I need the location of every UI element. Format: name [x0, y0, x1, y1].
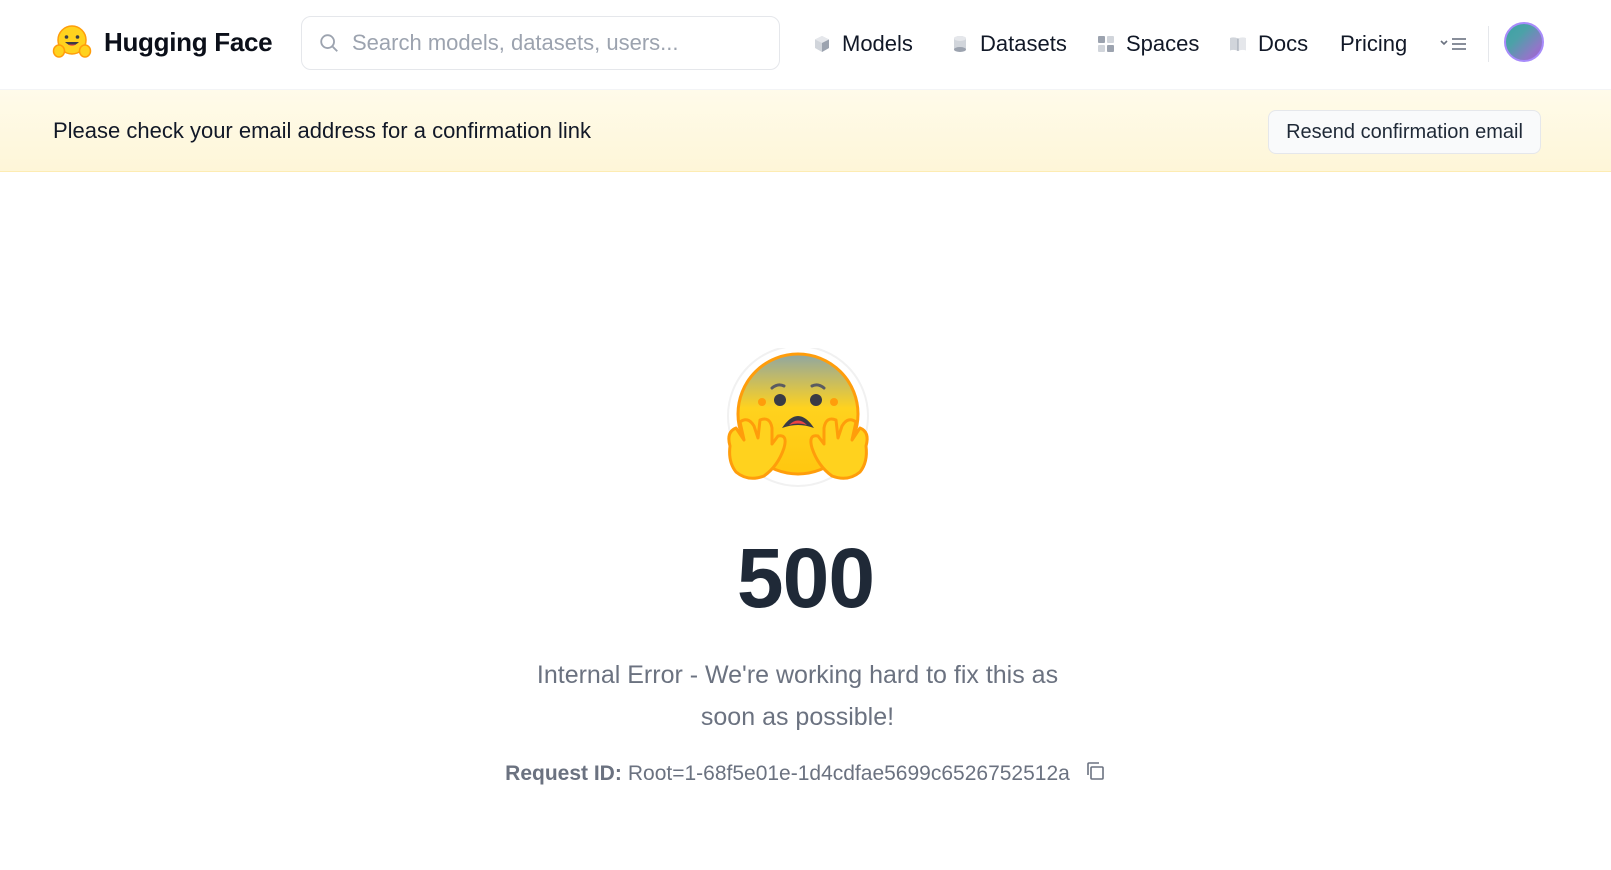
user-avatar-button[interactable]	[1504, 22, 1544, 62]
request-id-row: Request ID: Root=1-68f5e01e-1d4cdfae5699…	[0, 762, 1611, 786]
grid-icon	[1098, 36, 1114, 52]
nav-label: Models	[842, 31, 913, 56]
banner-message: Please check your email address for a co…	[53, 118, 592, 143]
nav-datasets-link[interactable]: Datasets	[950, 22, 1067, 66]
cube-icon	[815, 36, 829, 52]
nav-label: Pricing	[1340, 31, 1408, 56]
search-input[interactable]	[352, 17, 779, 69]
search-box[interactable]	[301, 16, 780, 70]
more-menu-button[interactable]	[1438, 30, 1470, 58]
database-icon	[954, 36, 966, 52]
request-id-value: Root=1-68f5e01e-1d4cdfae5699c6526752512a	[627, 762, 1070, 785]
hugging-face-logo-icon	[52, 25, 92, 58]
nav-spaces-link[interactable]: Spaces	[1096, 22, 1199, 66]
book-icon	[1230, 37, 1246, 51]
header-divider	[1488, 26, 1489, 62]
menu-icon	[1440, 38, 1466, 50]
error-code: 500	[736, 531, 875, 625]
nav-label: Spaces	[1126, 31, 1200, 56]
nav-models-link[interactable]: Models	[812, 22, 913, 66]
error-message: Internal Error - We're working hard to f…	[536, 661, 1059, 731]
resend-confirmation-button[interactable]: Resend confirmation email	[1268, 110, 1541, 154]
copy-icon[interactable]	[1084, 760, 1106, 782]
email-confirmation-banner: Please check your email address for a co…	[0, 90, 1611, 172]
request-id-label: Request ID:	[505, 762, 622, 785]
search-icon	[320, 34, 338, 52]
nav-pricing-link[interactable]: Pricing	[1340, 22, 1407, 66]
brand-name: Hugging Face	[104, 26, 273, 57]
brand-logo-link[interactable]: Hugging Face	[52, 22, 273, 62]
nav-docs-link[interactable]: Docs	[1228, 22, 1308, 66]
nav-label: Datasets	[980, 31, 1067, 56]
top-navbar: Hugging Face Models Datasets	[0, 0, 1611, 90]
nav-label: Docs	[1258, 31, 1309, 56]
scared-hugging-face-icon	[727, 348, 869, 487]
